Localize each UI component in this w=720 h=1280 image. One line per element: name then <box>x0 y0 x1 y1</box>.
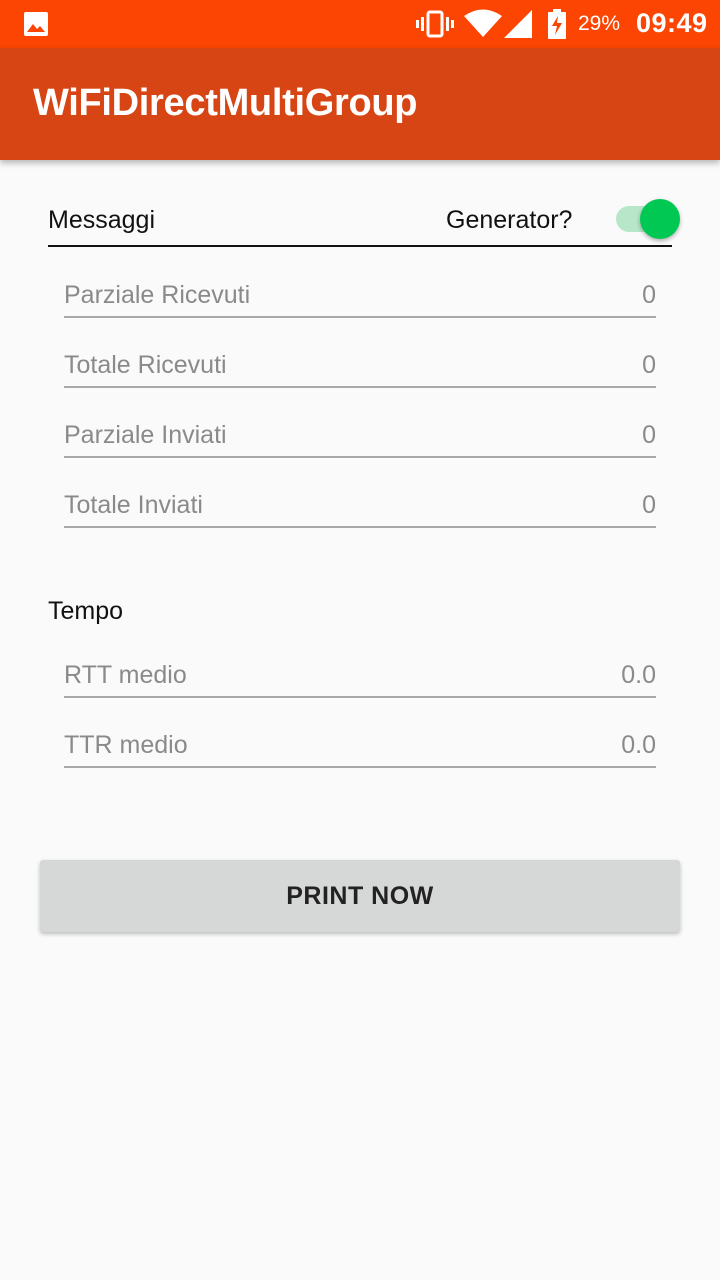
field-parziale-inviati[interactable]: Parziale Inviati 0 <box>64 414 656 458</box>
field-label: Totale Inviati <box>64 491 203 519</box>
switch-thumb <box>640 199 680 239</box>
field-value: 0 <box>642 281 656 309</box>
image-icon <box>24 12 48 36</box>
messaggi-header: Messaggi Generator? <box>48 199 680 247</box>
field-label: Parziale Ricevuti <box>64 281 251 309</box>
field-label: RTT medio <box>64 661 187 689</box>
generator-label: Generator? <box>446 206 573 234</box>
field-value: 0 <box>642 351 656 379</box>
field-totale-inviati[interactable]: Totale Inviati 0 <box>64 484 656 528</box>
field-value: 0.0 <box>621 731 656 759</box>
field-label: Totale Ricevuti <box>64 351 227 379</box>
battery-percent: 29% <box>578 12 621 35</box>
field-rtt-medio[interactable]: RTT medio 0.0 <box>64 654 656 698</box>
app-title: WiFiDirectMultiGroup <box>33 82 418 124</box>
messaggi-label: Messaggi <box>48 206 155 234</box>
tempo-label: Tempo <box>48 597 124 625</box>
status-bar: 29% 09:49 <box>0 0 720 48</box>
field-value: 0 <box>642 421 656 449</box>
print-now-button[interactable]: PRINT NOW <box>40 860 680 932</box>
signal-icon <box>504 10 532 38</box>
battery-charging-icon <box>548 9 566 39</box>
app-bar: WiFiDirectMultiGroup <box>0 48 720 160</box>
field-value: 0.0 <box>621 661 656 689</box>
field-totale-ricevuti[interactable]: Totale Ricevuti 0 <box>64 344 656 388</box>
field-label: Parziale Inviati <box>64 421 227 449</box>
vibrate-icon <box>416 10 454 38</box>
field-ttr-medio[interactable]: TTR medio 0.0 <box>64 724 656 768</box>
generator-switch[interactable] <box>616 199 682 239</box>
wifi-icon <box>464 9 502 37</box>
field-value: 0 <box>642 491 656 519</box>
field-parziale-ricevuti[interactable]: Parziale Ricevuti 0 <box>64 274 656 318</box>
field-label: TTR medio <box>64 731 188 759</box>
status-time: 09:49 <box>636 8 708 38</box>
